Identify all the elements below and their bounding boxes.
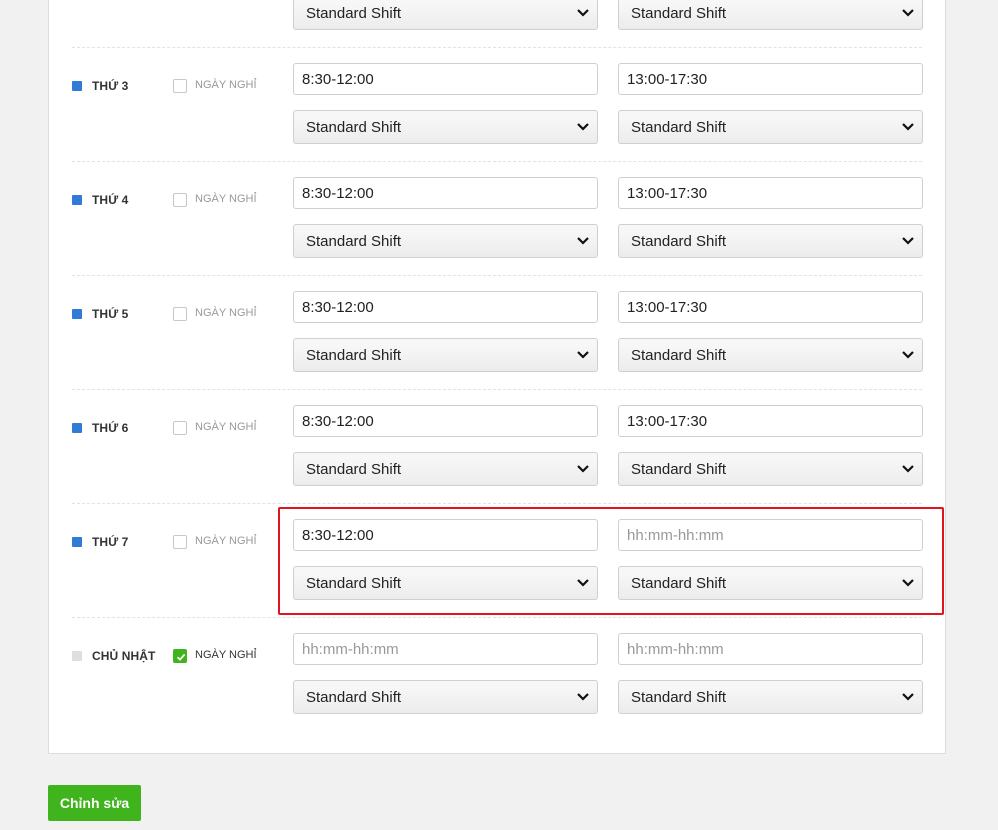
- row-divider: [72, 617, 922, 618]
- time-input-afternoon[interactable]: [618, 291, 923, 323]
- shift-select[interactable]: Standard Shift: [293, 224, 598, 258]
- time-input-morning[interactable]: [293, 633, 598, 665]
- shift-select-value: Standard Shift: [306, 5, 402, 22]
- shift-select-value: Standard Shift: [631, 233, 727, 250]
- time-input-afternoon[interactable]: [618, 633, 923, 665]
- day-off-label: NGÀY NGHỈ: [195, 421, 257, 433]
- time-input-morning[interactable]: [293, 405, 598, 437]
- chevron-down-icon: [577, 9, 589, 17]
- shift-select[interactable]: Standard Shift: [293, 452, 598, 486]
- shift-select-value: Standard Shift: [306, 689, 402, 706]
- row-divider: [72, 47, 922, 48]
- day-name: THỨ 6: [92, 421, 129, 435]
- shift-select[interactable]: Standard Shift: [618, 110, 923, 144]
- chevron-down-icon: [577, 123, 589, 131]
- chevron-down-icon: [577, 693, 589, 701]
- day-off-checkbox[interactable]: [173, 193, 187, 207]
- chevron-down-icon: [902, 237, 914, 245]
- shift-select[interactable]: Standard Shift: [293, 0, 598, 30]
- shift-select[interactable]: Standard Shift: [618, 680, 923, 714]
- highlight-box: [278, 507, 944, 615]
- time-input-morning[interactable]: [293, 177, 598, 209]
- shift-select[interactable]: Standard Shift: [293, 110, 598, 144]
- shift-select[interactable]: Standard Shift: [618, 338, 923, 372]
- shift-select-value: Standard Shift: [306, 119, 402, 136]
- day-name: THỨ 7: [92, 535, 129, 549]
- shift-select[interactable]: Standard Shift: [618, 224, 923, 258]
- day-name: THỨ 3: [92, 79, 129, 93]
- row-divider: [72, 389, 922, 390]
- day-status-indicator: [72, 309, 82, 319]
- day-name: THỨ 4: [92, 193, 129, 207]
- row-divider: [72, 275, 922, 276]
- shift-select-value: Standard Shift: [306, 347, 402, 364]
- day-off-label: NGÀY NGHỈ: [195, 649, 257, 661]
- chevron-down-icon: [902, 693, 914, 701]
- chevron-down-icon: [577, 237, 589, 245]
- day-off-label: NGÀY NGHỈ: [195, 79, 257, 91]
- day-name: THỨ 5: [92, 307, 129, 321]
- time-input-morning[interactable]: [293, 291, 598, 323]
- day-status-indicator: [72, 651, 82, 661]
- time-input-afternoon[interactable]: [618, 177, 923, 209]
- shift-select[interactable]: Standard Shift: [293, 680, 598, 714]
- day-off-checkbox[interactable]: [173, 421, 187, 435]
- day-off-checkbox[interactable]: [173, 79, 187, 93]
- chevron-down-icon: [577, 465, 589, 473]
- shift-select-value: Standard Shift: [631, 689, 727, 706]
- chevron-down-icon: [577, 351, 589, 359]
- day-status-indicator: [72, 537, 82, 547]
- day-off-checkbox[interactable]: [173, 535, 187, 549]
- shift-select-value: Standard Shift: [306, 461, 402, 478]
- shift-select-value: Standard Shift: [631, 119, 727, 136]
- shift-select[interactable]: Standard Shift: [293, 338, 598, 372]
- chevron-down-icon: [902, 9, 914, 17]
- shift-select[interactable]: Standard Shift: [618, 0, 923, 30]
- chevron-down-icon: [902, 123, 914, 131]
- shift-select[interactable]: Standard Shift: [618, 452, 923, 486]
- day-status-indicator: [72, 81, 82, 91]
- day-name: CHỦ NHẬT: [92, 649, 156, 663]
- checkmark-icon: [176, 653, 186, 661]
- day-status-indicator: [72, 195, 82, 205]
- edit-button[interactable]: Chỉnh sửa: [48, 785, 141, 821]
- chevron-down-icon: [902, 465, 914, 473]
- day-off-label: NGÀY NGHỈ: [195, 193, 257, 205]
- time-input-afternoon[interactable]: [618, 405, 923, 437]
- day-off-label: NGÀY NGHỈ: [195, 535, 257, 547]
- day-off-checkbox[interactable]: [173, 649, 187, 663]
- day-off-label: NGÀY NGHỈ: [195, 307, 257, 319]
- shift-select-value: Standard Shift: [631, 5, 727, 22]
- shift-select-value: Standard Shift: [631, 461, 727, 478]
- day-status-indicator: [72, 423, 82, 433]
- time-input-afternoon[interactable]: [618, 63, 923, 95]
- time-input-morning[interactable]: [293, 63, 598, 95]
- row-divider: [72, 161, 922, 162]
- shift-select-value: Standard Shift: [631, 347, 727, 364]
- chevron-down-icon: [902, 351, 914, 359]
- row-divider: [72, 503, 922, 504]
- shift-select-value: Standard Shift: [306, 233, 402, 250]
- day-off-checkbox[interactable]: [173, 307, 187, 321]
